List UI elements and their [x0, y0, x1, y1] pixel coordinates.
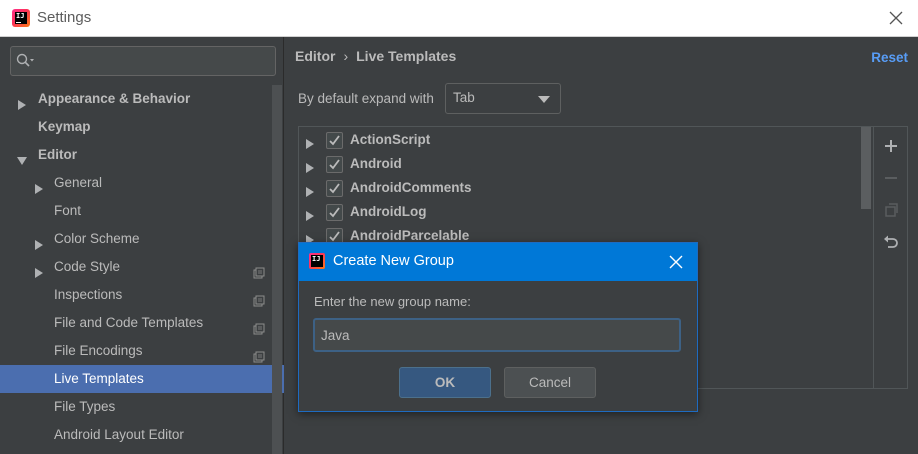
settings-tree: Appearance & Behavior Keymap Editor General… — [0, 85, 284, 449]
sidebar-item-inspections[interactable]: Inspections — [0, 281, 272, 309]
template-group-row[interactable]: AndroidLog — [299, 201, 859, 225]
breadcrumb-parent[interactable]: Editor — [295, 48, 335, 64]
create-group-dialog: IJ Create New Group Enter the new group … — [298, 242, 698, 412]
chevron-down-icon — [538, 96, 550, 103]
settings-window: IJ Settings Appearance & Behavior Keymap E… — [0, 0, 918, 454]
intellij-idea-icon: IJ — [309, 253, 325, 269]
sidebar-item-label: Appearance & Behavior — [38, 91, 191, 106]
chevron-right-icon[interactable] — [304, 183, 316, 197]
template-group-checkbox[interactable] — [326, 204, 343, 221]
sidebar-item-font[interactable]: Font — [0, 197, 272, 225]
template-toolbar — [874, 126, 908, 389]
chevron-right-icon[interactable] — [33, 177, 45, 194]
template-group-checkbox[interactable] — [326, 180, 343, 197]
sidebar-item-keymap[interactable]: Keymap — [0, 113, 272, 141]
chevron-right-icon[interactable] — [33, 261, 45, 278]
cancel-button[interactable]: Cancel — [504, 367, 596, 398]
dialog-title-bar: IJ Create New Group — [299, 243, 697, 281]
sidebar-item-label: Android Layout Editor — [54, 427, 184, 442]
group-name-input[interactable] — [321, 326, 671, 344]
undo-icon[interactable] — [882, 233, 900, 251]
chevron-down-icon[interactable] — [16, 149, 28, 165]
sidebar-item-label: File Encodings — [54, 343, 143, 358]
close-icon[interactable] — [884, 6, 908, 30]
template-group-label: AndroidComments — [350, 180, 472, 195]
project-scope-icon — [253, 289, 265, 307]
window-title: Settings — [37, 9, 92, 26]
chevron-right-icon[interactable] — [304, 135, 316, 149]
ok-button[interactable]: OK — [399, 367, 491, 398]
template-group-row[interactable]: ActionScript — [299, 129, 859, 153]
template-group-checkbox[interactable] — [326, 132, 343, 149]
expand-with-label: By default expand with — [298, 91, 434, 106]
plus-icon[interactable] — [882, 137, 900, 155]
copy-icon[interactable] — [882, 201, 900, 219]
template-group-label: AndroidParcelable — [350, 228, 470, 243]
sidebar-item-color-scheme[interactable]: Color Scheme — [0, 225, 272, 253]
sidebar-item-appearance-behavior[interactable]: Appearance & Behavior — [0, 85, 272, 113]
intellij-idea-icon: IJ — [12, 9, 30, 27]
project-scope-icon — [253, 317, 265, 335]
template-group-row[interactable]: Android — [299, 153, 859, 177]
chevron-right-icon[interactable] — [304, 159, 316, 173]
group-name-field[interactable] — [313, 318, 681, 352]
dialog-title: Create New Group — [333, 253, 454, 269]
sidebar-item-label: Font — [54, 203, 82, 218]
sidebar-item-label: General — [54, 175, 103, 190]
chevron-right-icon[interactable] — [304, 207, 316, 221]
minus-icon[interactable] — [882, 169, 900, 187]
sidebar: Appearance & Behavior Keymap Editor General… — [0, 37, 284, 454]
project-scope-icon — [253, 345, 265, 363]
breadcrumb-current: Live Templates — [356, 48, 457, 64]
template-list-scrollbar[interactable] — [861, 127, 871, 209]
sidebar-item-label: Keymap — [38, 119, 91, 134]
sidebar-item-label: Color Scheme — [54, 231, 140, 246]
sidebar-item-code-style[interactable]: Code Style — [0, 253, 272, 281]
sidebar-item-label: File and Code Templates — [54, 315, 204, 330]
breadcrumb: Editor › Live Templates — [295, 48, 456, 64]
breadcrumb-separator: › — [343, 48, 349, 64]
template-group-label: Android — [350, 156, 402, 171]
sidebar-item-general[interactable]: General — [0, 169, 272, 197]
search-icon — [16, 53, 36, 69]
sidebar-item-file-types[interactable]: File Types — [0, 393, 272, 421]
expand-with-value: Tab — [453, 90, 475, 105]
sidebar-item-file-encodings[interactable]: File Encodings — [0, 337, 272, 365]
template-group-label: ActionScript — [350, 132, 431, 147]
sidebar-item-android-layout-editor[interactable]: Android Layout Editor — [0, 421, 272, 449]
search-input[interactable] — [10, 46, 276, 76]
sidebar-item-label: Live Templates — [54, 371, 144, 386]
group-name-label: Enter the new group name: — [314, 294, 471, 309]
sidebar-item-label: Editor — [38, 147, 77, 162]
sidebar-item-file-and-code-templates[interactable]: File and Code Templates — [0, 309, 272, 337]
expand-with-select[interactable]: Tab — [445, 83, 561, 114]
sidebar-scrollbar[interactable] — [272, 85, 282, 454]
sidebar-item-label: Code Style — [54, 259, 121, 274]
template-group-label: AndroidLog — [350, 204, 427, 219]
close-icon[interactable] — [667, 253, 685, 271]
chevron-right-icon[interactable] — [33, 233, 45, 250]
template-group-checkbox[interactable] — [326, 156, 343, 173]
sidebar-item-live-templates[interactable]: Live Templates — [0, 365, 284, 393]
sidebar-item-editor[interactable]: Editor — [0, 141, 272, 169]
sidebar-item-label: Inspections — [54, 287, 123, 302]
reset-link[interactable]: Reset — [871, 50, 908, 65]
template-group-row[interactable]: AndroidComments — [299, 177, 859, 201]
sidebar-item-label: File Types — [54, 399, 116, 414]
chevron-right-icon[interactable] — [16, 93, 28, 110]
title-bar: IJ Settings — [0, 0, 918, 37]
project-scope-icon — [253, 261, 265, 279]
